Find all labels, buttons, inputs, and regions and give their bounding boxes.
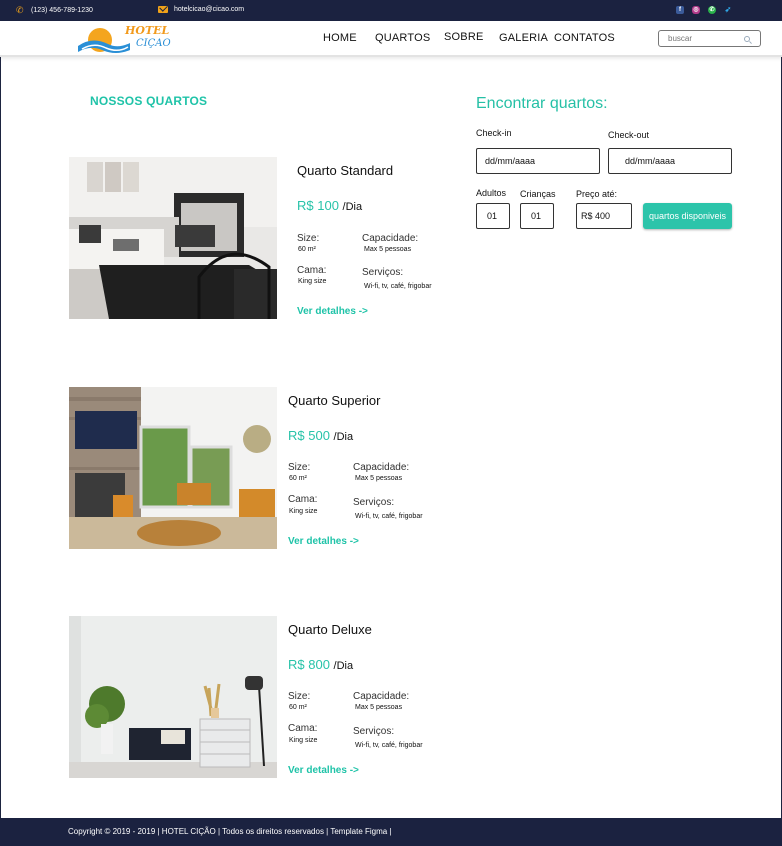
price-unit: /Dia — [333, 660, 354, 672]
checkin-field[interactable]: dd/mm/aaaa — [476, 148, 600, 174]
phone-number: (123) 456-789-1230 — [31, 7, 93, 14]
bed-label: Cama: — [288, 723, 318, 734]
main-navbar: HOTEL CIÇAO HOME QUARTOS SOBRE GALERIA C… — [0, 21, 782, 57]
price-unit: /Dia — [342, 201, 363, 213]
room-photo-superior — [69, 387, 277, 549]
available-rooms-button[interactable]: quartos disponiveis — [643, 203, 732, 229]
services-value: Wi-fi, tv, café, frigobar — [355, 513, 423, 520]
nav-galeria[interactable]: GALERIA — [499, 32, 548, 44]
price-value: R$ 100 — [297, 198, 339, 213]
bed-value: King size — [289, 737, 318, 744]
size-value: 60 m² — [289, 475, 307, 482]
size-value: 60 m² — [298, 246, 316, 253]
search-box[interactable] — [658, 30, 761, 47]
section-title: NOSSOS QUARTOS — [90, 94, 208, 108]
footer: Copyright © 2019 - 2019 | HOTEL CIÇÃO | … — [0, 818, 782, 846]
bed-value: King size — [298, 278, 327, 285]
capacity-label: Capacidade: — [362, 233, 419, 244]
phone-contact[interactable]: ✆ (123) 456-789-1230 — [16, 6, 93, 15]
nav-contatos[interactable]: CONTATOS — [554, 32, 615, 44]
bed-label: Cama: — [288, 494, 318, 505]
size-label: Size: — [288, 691, 311, 702]
price-value: R$ 800 — [288, 657, 330, 672]
adults-value: 01 — [487, 211, 498, 221]
nav-home[interactable]: HOME — [323, 32, 357, 44]
whatsapp-icon[interactable]: ✆ — [708, 6, 716, 14]
room-name: Quarto Superior — [288, 393, 381, 408]
capacity-label: Capacidade: — [353, 691, 410, 702]
room-image-deluxe[interactable] — [69, 616, 277, 778]
finder-title: Encontrar quartos: — [476, 95, 608, 112]
search-input[interactable] — [668, 34, 738, 43]
size-label: Size: — [288, 462, 311, 473]
max-price-label: Preço até: — [576, 189, 618, 199]
room-photo-deluxe — [69, 616, 277, 778]
checkout-label: Check-out — [608, 130, 650, 140]
capacity-label: Capacidade: — [353, 462, 410, 473]
room-image-superior[interactable] — [69, 387, 277, 549]
adults-field[interactable]: 01 — [476, 203, 510, 229]
services-label: Serviços: — [362, 267, 404, 278]
capacity-value: Max 5 pessoas — [355, 704, 403, 711]
price-unit: /Dia — [333, 431, 354, 443]
capacity-value: Max 5 pessoas — [355, 475, 403, 482]
checkout-value: dd/mm/aaaa — [625, 156, 676, 166]
services-label: Serviços: — [353, 497, 395, 508]
checkin-label: Check-in — [476, 128, 512, 138]
size-value: 60 m² — [289, 704, 307, 711]
instagram-icon[interactable]: ◎ — [692, 6, 700, 14]
price-value: R$ 500 — [288, 428, 330, 443]
nav-quartos[interactable]: QUARTOS — [375, 32, 430, 44]
details-link[interactable]: Ver detalhes -> — [288, 765, 359, 776]
social-links: f ◎ ✆ ➶ — [676, 6, 732, 14]
children-label: Crianças — [520, 189, 556, 199]
size-label: Size: — [297, 233, 320, 244]
hotel-logo[interactable]: HOTEL CIÇAO — [78, 24, 171, 54]
bed-label: Cama: — [297, 265, 327, 276]
adults-label: Adultos — [476, 188, 507, 198]
children-value: 01 — [531, 211, 542, 221]
checkout-field[interactable]: dd/mm/aaaa — [608, 148, 732, 174]
max-price-field[interactable]: R$ 400 — [576, 203, 632, 229]
mail-icon — [158, 6, 168, 13]
room-name: Quarto Standard — [297, 163, 394, 178]
services-value: Wi-fi, tv, café, frigobar — [355, 742, 423, 749]
room-name: Quarto Deluxe — [288, 622, 372, 637]
checkin-value: dd/mm/aaaa — [485, 156, 536, 166]
twitter-icon[interactable]: ➶ — [724, 6, 732, 14]
logo-text-name: CIÇAO — [136, 38, 171, 49]
search-icon[interactable] — [744, 36, 750, 42]
bed-value: King size — [289, 508, 318, 515]
email-address: hotelcicao@cicao.com — [174, 6, 245, 13]
phone-icon: ✆ — [16, 5, 24, 15]
room-photo-standard — [69, 157, 277, 319]
top-bar: ✆ (123) 456-789-1230 hotelcicao@cicao.co… — [0, 0, 782, 21]
services-value: Wi-fi, tv, café, frigobar — [364, 283, 432, 290]
details-link[interactable]: Ver detalhes -> — [297, 306, 368, 317]
room-price: R$ 800 /Dia — [288, 657, 353, 672]
facebook-icon[interactable]: f — [676, 6, 684, 14]
email-contact[interactable]: hotelcicao@cicao.com — [158, 6, 244, 13]
room-image-standard[interactable] — [69, 157, 277, 319]
services-label: Serviços: — [353, 726, 395, 737]
max-price-value: R$ 400 — [581, 211, 611, 221]
nav-sobre[interactable]: SOBRE — [444, 31, 484, 43]
children-field[interactable]: 01 — [520, 203, 554, 229]
room-price: R$ 100 /Dia — [297, 198, 362, 213]
capacity-value: Max 5 pessoas — [364, 246, 412, 253]
room-price: R$ 500 /Dia — [288, 428, 353, 443]
logo-text-hotel: HOTEL — [125, 24, 170, 37]
details-link[interactable]: Ver detalhes -> — [288, 536, 359, 547]
footer-copyright: Copyright © 2019 - 2019 | HOTEL CIÇÃO | … — [68, 827, 392, 836]
